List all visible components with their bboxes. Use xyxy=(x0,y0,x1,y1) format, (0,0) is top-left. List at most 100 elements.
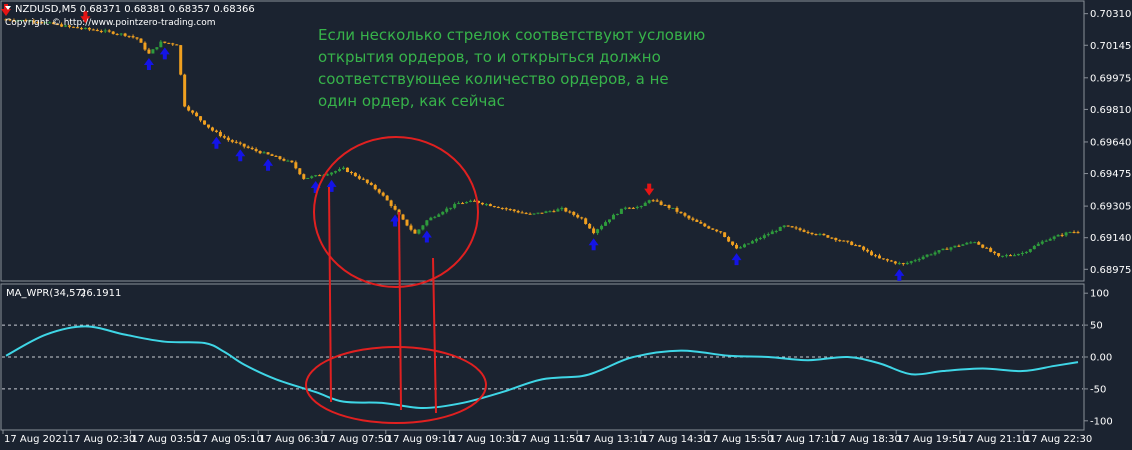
candle xyxy=(619,208,623,214)
candle-body xyxy=(588,223,592,229)
time-tick-label: 17 Aug 2021 xyxy=(4,434,68,445)
candle-body xyxy=(877,255,881,259)
candle-body xyxy=(961,244,965,246)
price-tick-label: 0.69305 xyxy=(1090,202,1131,213)
price-tick-label: 0.69975 xyxy=(1090,73,1131,84)
candle-body xyxy=(814,234,818,236)
candle-body xyxy=(532,213,536,215)
candle-body xyxy=(171,43,175,45)
candle-body xyxy=(310,176,314,178)
candle-body xyxy=(341,167,345,170)
candle-body xyxy=(659,201,663,205)
candle xyxy=(746,243,750,245)
candle-body xyxy=(742,244,746,248)
candle-body xyxy=(457,203,461,205)
candle-body xyxy=(973,242,977,244)
candle-body xyxy=(246,146,250,148)
annotation-line-4: один ордер, как сейчас xyxy=(318,92,505,110)
candle-body xyxy=(405,219,409,226)
candle-body xyxy=(191,110,195,113)
candle-body xyxy=(199,116,203,121)
candle-body xyxy=(306,177,310,179)
candle-body xyxy=(993,251,997,254)
candle-body xyxy=(377,189,381,193)
candle-body xyxy=(214,130,218,132)
time-tick-label: 17 Aug 21:10 xyxy=(961,434,1028,445)
candle-body xyxy=(850,241,854,246)
candle-body xyxy=(703,223,707,227)
candle-body xyxy=(604,222,608,226)
candle-body xyxy=(250,147,254,150)
candle-body xyxy=(254,149,258,152)
candle xyxy=(826,234,830,238)
candle-body xyxy=(461,203,465,205)
candle-body xyxy=(270,154,274,156)
candle-body xyxy=(242,143,246,147)
candle-body xyxy=(969,242,973,244)
candle-body xyxy=(393,205,397,210)
candle-body xyxy=(576,214,580,218)
candle-body xyxy=(893,261,897,264)
candle-body xyxy=(278,156,282,159)
time-tick-label: 17 Aug 14:30 xyxy=(642,434,709,445)
candle-body xyxy=(83,27,87,29)
candle-body xyxy=(338,169,342,172)
candle-body xyxy=(727,237,731,242)
candle-body xyxy=(298,168,302,175)
candle-body xyxy=(179,45,183,75)
candle-body xyxy=(786,225,790,227)
candle-body xyxy=(913,260,917,262)
candle-body xyxy=(1020,252,1024,255)
candle xyxy=(353,172,357,177)
candle-body xyxy=(754,238,758,242)
candle-body xyxy=(508,209,512,211)
candle-body xyxy=(846,240,850,242)
price-axis: 0.70310 0.70145 0.69975 0.69810 0.69640 0.694… xyxy=(1084,9,1131,276)
candle-body xyxy=(619,208,623,214)
candle-body xyxy=(512,209,516,211)
candle-body xyxy=(266,152,270,155)
candle-body xyxy=(627,207,631,209)
wpr-tick-label: 100 xyxy=(1090,289,1109,300)
candle-body xyxy=(282,158,286,161)
candle xyxy=(151,48,155,54)
time-tick-label: 17 Aug 18:30 xyxy=(833,434,900,445)
candle-body xyxy=(238,142,242,144)
candle-body xyxy=(746,243,750,245)
candle xyxy=(139,38,143,43)
candle-body xyxy=(465,201,469,204)
candle-body xyxy=(707,226,711,229)
candle-body xyxy=(600,225,604,230)
candle-body xyxy=(409,225,413,230)
candle-body xyxy=(115,33,119,35)
candle-body xyxy=(123,33,127,36)
candle-body xyxy=(981,244,985,248)
candle-body xyxy=(953,245,957,248)
wpr-tick-label: 0.00 xyxy=(1090,353,1112,364)
price-tick-label: 0.70310 xyxy=(1090,9,1131,20)
candle-body xyxy=(222,136,226,138)
candle-body xyxy=(401,214,405,220)
candle xyxy=(306,177,310,180)
candle-body xyxy=(723,232,727,238)
candle-body xyxy=(103,30,107,32)
candle-body xyxy=(107,30,111,32)
candle-body xyxy=(1036,243,1040,246)
candle-body xyxy=(778,227,782,231)
candle-body xyxy=(897,263,901,265)
candle-body xyxy=(1044,240,1048,242)
candle-body xyxy=(155,47,159,50)
candle-body xyxy=(357,176,361,179)
candle-body xyxy=(210,127,214,131)
candle-body xyxy=(226,137,230,141)
candle xyxy=(584,217,588,225)
candle-body xyxy=(365,179,369,183)
symbol-ohlc-line: NZDUSD,M5 0.68371 0.68381 0.68357 0.6836… xyxy=(15,4,255,15)
candle-body xyxy=(663,204,667,206)
time-tick-label: 17 Aug 05:10 xyxy=(195,434,262,445)
candle-body xyxy=(679,211,683,214)
candle-body xyxy=(175,44,179,46)
candle-body xyxy=(631,207,635,209)
candle-body xyxy=(528,213,532,215)
candle-body xyxy=(695,219,699,222)
